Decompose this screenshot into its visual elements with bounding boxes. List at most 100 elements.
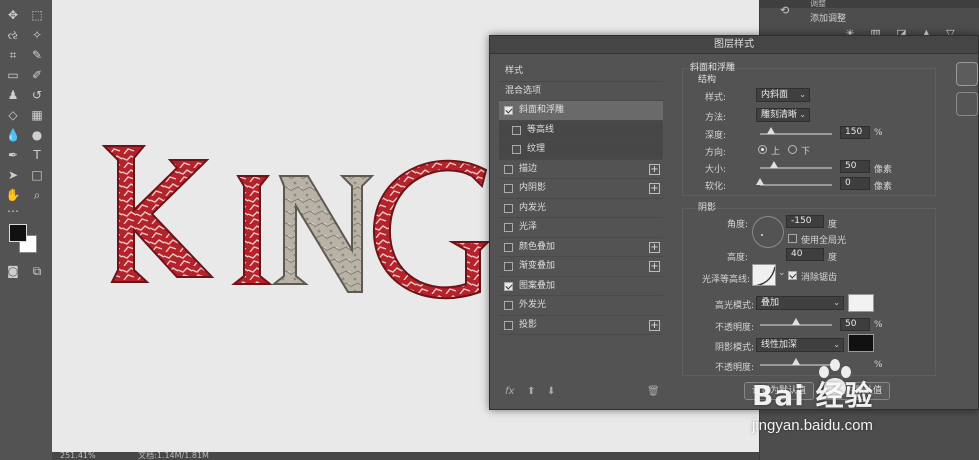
style-list-item[interactable]: 外发光 [499,296,663,316]
history-icon[interactable]: ⟲ [780,4,789,17]
adjustments-tab[interactable]: 调整 [760,0,979,8]
ok-button-edge[interactable] [956,62,978,86]
add-effect-icon[interactable]: + [649,319,660,331]
style-checkbox[interactable] [504,242,513,252]
eraser-tool-icon[interactable]: ◇ [3,106,23,124]
depth-unit: % [874,128,883,138]
move-down-icon[interactable]: ⬇ [547,386,555,397]
cancel-button-edge[interactable] [956,92,978,116]
style-list-item[interactable]: 样式 [499,62,663,82]
anti-alias-label: 消除锯齿 [801,273,838,283]
style-checkbox[interactable] [512,145,521,154]
style-list-label: 内发光 [519,202,547,213]
style-list-item[interactable]: 斜面和浮雕 [499,101,663,121]
style-checkbox[interactable] [504,320,513,330]
history-brush-tool-icon[interactable]: ↺ [27,86,47,104]
structure-title: 结构 [698,75,717,85]
gloss-contour-preview[interactable] [752,264,776,286]
add-effect-icon[interactable]: + [649,163,660,175]
size-slider-thumb[interactable] [770,161,779,168]
style-list-item[interactable]: 混合选项 [499,82,663,101]
chevron-down-icon: ⌄ [833,340,840,349]
crop-tool-icon[interactable]: ⌗ [3,46,23,64]
depth-slider-thumb[interactable] [766,127,775,134]
path-selection-tool-icon[interactable]: ➤ [3,166,23,184]
style-checkbox[interactable] [504,203,513,213]
marquee-tool-icon[interactable]: ⬚ [27,6,47,24]
angle-dial[interactable] [752,216,784,248]
magic-wand-tool-icon[interactable]: ✧ [27,26,47,44]
clone-stamp-tool-icon[interactable]: ♟ [3,86,23,104]
screen-mode-icon[interactable]: ⧉ [27,262,47,280]
soften-slider[interactable] [760,184,832,186]
chevron-down-icon: ⌄ [799,110,806,119]
style-label: 样式: [704,93,726,103]
style-checkbox[interactable] [504,301,513,310]
direction-down-radio[interactable] [788,145,797,154]
soften-slider-thumb[interactable] [756,178,764,185]
set-default-button[interactable]: 设置为默认值 [744,382,814,400]
depth-input[interactable]: 150 [840,126,870,139]
size-input[interactable]: 50 [840,160,870,173]
style-checkbox[interactable] [504,164,513,174]
soften-input[interactable]: 0 [840,177,870,190]
move-tool-icon[interactable]: ✥ [3,6,23,24]
style-checkbox[interactable] [504,184,513,193]
style-list-item[interactable]: 内阴影 + [499,179,663,199]
shadow-color-swatch[interactable] [848,334,874,352]
brush-tool-icon[interactable]: ✐ [27,66,47,84]
style-list-item[interactable]: 图案叠加 [499,277,663,296]
healing-brush-tool-icon[interactable]: ▭ [3,66,23,84]
technique-select[interactable]: 雕刻清晰 ⌄ [756,108,810,122]
global-light-checkbox[interactable] [788,234,797,243]
highlight-opacity-thumb[interactable] [792,318,800,325]
style-checkbox[interactable] [504,223,513,232]
chevron-down-icon: ⌄ [833,298,840,307]
fx-icon[interactable]: fx [505,386,514,397]
style-list-item[interactable]: 投影 + [499,316,663,335]
style-checkbox[interactable] [504,262,513,271]
style-list-item[interactable]: 渐变叠加 + [499,257,663,277]
style-list-item[interactable]: 描边 + [499,160,663,179]
add-effect-icon[interactable]: + [649,183,660,194]
zoom-tool-icon[interactable]: ⌕ [27,186,47,204]
direction-up-radio[interactable] [758,145,767,154]
highlight-mode-select[interactable]: 叠加 ⌄ [756,296,844,310]
altitude-input[interactable]: 40 [786,248,824,261]
letter-i [231,175,273,285]
pen-tool-icon[interactable]: ✒ [3,146,23,164]
style-list-item[interactable]: 颜色叠加 + [499,238,663,257]
move-up-icon[interactable]: ⬆ [527,386,535,397]
eyedropper-tool-icon[interactable]: ✎ [27,46,47,64]
highlight-color-swatch[interactable] [848,294,874,312]
letter-g [372,159,491,300]
highlight-opacity-input[interactable]: 50 [840,318,870,331]
more-tools-icon[interactable]: ⋯ [3,202,23,220]
chevron-down-icon[interactable]: ⌄ [778,268,786,278]
style-checkbox[interactable] [504,106,513,115]
trash-icon[interactable]: 🗑 [647,386,660,397]
anti-alias-checkbox[interactable] [788,271,797,280]
rectangle-tool-icon[interactable]: □ [27,166,47,184]
style-list-item[interactable]: 内发光 [499,199,663,218]
shadow-mode-select[interactable]: 线性加深 ⌄ [756,338,844,352]
style-checkbox[interactable] [504,281,513,291]
style-list-item[interactable]: 等高线 [499,120,663,140]
quick-mask-icon[interactable]: ◙ [3,262,23,280]
reset-default-button[interactable]: 复位为默认值 [820,382,890,400]
style-list-item[interactable]: 光泽 [499,218,663,238]
lasso-tool-icon[interactable]: ઌ [3,26,23,44]
shadow-opacity-thumb[interactable] [792,358,800,365]
style-list-item[interactable]: 纹理 [499,140,663,160]
dodge-tool-icon[interactable]: ● [27,126,47,144]
blur-tool-icon[interactable]: 💧 [3,126,23,144]
style-checkbox[interactable] [512,125,521,135]
bevel-style-select[interactable]: 内斜面 ⌄ [756,88,810,102]
add-effect-icon[interactable]: + [649,261,660,272]
type-tool-icon[interactable]: T [27,146,47,164]
add-effect-icon[interactable]: + [649,241,660,253]
foreground-color-swatch[interactable] [9,224,27,242]
shading-title: 阴影 [698,203,717,213]
gradient-tool-icon[interactable]: ▦ [27,106,47,124]
angle-input[interactable]: -150 [786,215,824,228]
